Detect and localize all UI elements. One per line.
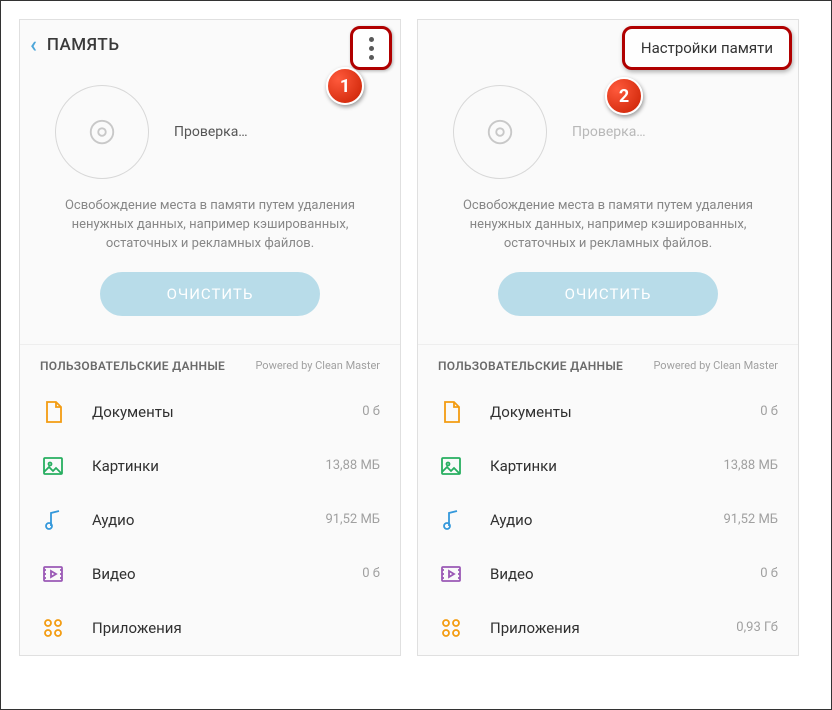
item-size: 0 б <box>760 566 778 581</box>
item-size: 0 б <box>362 566 380 581</box>
more-options-button[interactable] <box>350 26 392 70</box>
item-label: Картинки <box>490 457 723 475</box>
clean-button[interactable]: ОЧИСТИТЬ <box>498 272 718 316</box>
user-data-section-header: ПОЛЬЗОВАТЕЛЬСКИЕ ДАННЫЕ Powered by Clean… <box>418 345 798 385</box>
item-label: Приложения <box>92 619 380 637</box>
item-size: 13,88 МБ <box>325 458 380 473</box>
section-title: ПОЛЬЗОВАТЕЛЬСКИЕ ДАННЫЕ <box>40 359 225 373</box>
more-vertical-icon <box>369 37 374 60</box>
item-size: 0 б <box>760 404 778 419</box>
header: Настройки памяти <box>418 20 798 70</box>
list-item-documents[interactable]: Документы 0 б <box>20 385 400 439</box>
settings-menu-item[interactable]: Настройки памяти <box>622 26 792 70</box>
back-icon[interactable]: ‹ <box>30 33 37 58</box>
item-size: 91,52 МБ <box>723 512 778 527</box>
description-text: Освобождение места в памяти путем удален… <box>438 197 778 254</box>
data-list: Документы 0 б Картинки 13,88 МБ Аудио 91… <box>20 385 400 655</box>
item-size: 0,93 Гб <box>736 620 778 635</box>
status-text: Проверка… <box>572 124 646 140</box>
list-item-apps[interactable]: Приложения 0,93 Гб <box>418 601 798 655</box>
apps-icon <box>438 615 464 641</box>
item-label: Документы <box>490 403 760 421</box>
item-size: 91,52 МБ <box>325 512 380 527</box>
list-item-images[interactable]: Картинки 13,88 МБ <box>418 439 798 493</box>
image-icon <box>40 453 66 479</box>
description-text: Освобождение места в памяти путем удален… <box>40 197 380 254</box>
phone-right: Настройки памяти Проверка… Освобождение … <box>417 19 799 656</box>
list-item-audio[interactable]: Аудио 91,52 МБ <box>20 493 400 547</box>
image-icon <box>438 453 464 479</box>
page-title: ПАМЯТЬ <box>47 35 120 55</box>
document-icon <box>438 399 464 425</box>
list-item-apps[interactable]: Приложения <box>20 601 400 655</box>
header: ‹ ПАМЯТЬ <box>20 20 400 70</box>
audio-icon <box>40 507 66 533</box>
item-label: Картинки <box>92 457 325 475</box>
storage-summary: Проверка… Освобождение места в памяти пу… <box>418 70 798 345</box>
annotation-callout-1: 1 <box>326 67 364 105</box>
item-size: 0 б <box>362 404 380 419</box>
item-label: Видео <box>92 565 362 583</box>
phone-left: ‹ ПАМЯТЬ Проверка… Освобождение места в … <box>19 19 401 656</box>
item-label: Приложения <box>490 619 736 637</box>
item-label: Аудио <box>92 511 325 529</box>
video-icon <box>40 561 66 587</box>
list-item-documents[interactable]: Документы 0 б <box>418 385 798 439</box>
section-title: ПОЛЬЗОВАТЕЛЬСКИЕ ДАННЫЕ <box>438 359 623 373</box>
disc-icon <box>485 117 515 147</box>
list-item-video[interactable]: Видео 0 б <box>20 547 400 601</box>
storage-summary: Проверка… Освобождение места в памяти пу… <box>20 70 400 345</box>
annotation-callout-2: 2 <box>605 77 643 115</box>
progress-circle <box>453 85 547 179</box>
item-size: 13,88 МБ <box>723 458 778 473</box>
user-data-section-header: ПОЛЬЗОВАТЕЛЬСКИЕ ДАННЫЕ Powered by Clean… <box>20 345 400 385</box>
clean-button[interactable]: ОЧИСТИТЬ <box>100 272 320 316</box>
disc-icon <box>87 117 117 147</box>
powered-by-label: Powered by Clean Master <box>255 359 380 372</box>
status-text: Проверка… <box>174 124 248 140</box>
video-icon <box>438 561 464 587</box>
list-item-video[interactable]: Видео 0 б <box>418 547 798 601</box>
apps-icon <box>40 615 66 641</box>
item-label: Аудио <box>490 511 723 529</box>
audio-icon <box>438 507 464 533</box>
item-label: Документы <box>92 403 362 421</box>
data-list: Документы 0 б Картинки 13,88 МБ Аудио 91… <box>418 385 798 655</box>
list-item-images[interactable]: Картинки 13,88 МБ <box>20 439 400 493</box>
document-icon <box>40 399 66 425</box>
powered-by-label: Powered by Clean Master <box>653 359 778 372</box>
progress-circle <box>55 85 149 179</box>
item-label: Видео <box>490 565 760 583</box>
list-item-audio[interactable]: Аудио 91,52 МБ <box>418 493 798 547</box>
